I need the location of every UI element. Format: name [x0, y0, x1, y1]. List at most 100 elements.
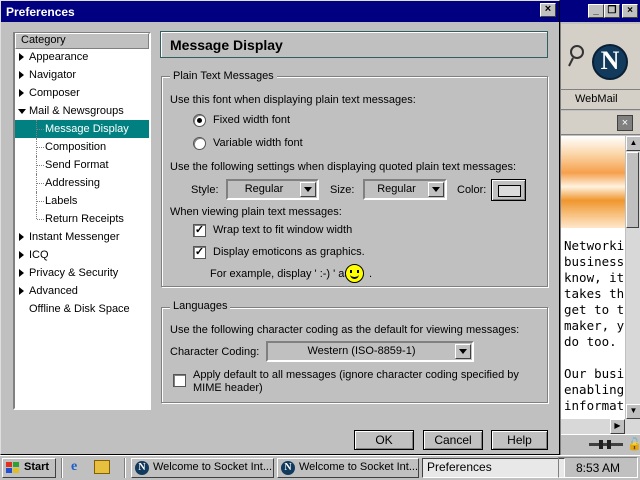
taskbar-item[interactable]: N Welcome to Socket Int... — [131, 458, 274, 478]
background-browser-titlebar[interactable]: _ ❐ × — [560, 0, 640, 22]
sidebar-item-label: Addressing — [45, 177, 101, 189]
ok-button[interactable]: OK — [354, 430, 414, 450]
style-label: Style: — [191, 184, 219, 196]
apply-default-checkbox[interactable] — [173, 374, 186, 387]
tree-connector — [37, 183, 44, 184]
sidebar-item-addressing[interactable]: Addressing — [15, 174, 149, 192]
variable-width-radio[interactable] — [193, 137, 206, 150]
character-coding-select[interactable]: Western (ISO-8859-1) — [266, 341, 474, 362]
chevron-down-icon[interactable] — [18, 109, 26, 114]
page-banner-image — [561, 136, 625, 228]
desktop-icon[interactable] — [94, 460, 110, 474]
emoticons-checkbox[interactable]: ✓ — [193, 246, 206, 259]
horizontal-scrollbar[interactable]: ▶ — [561, 419, 640, 434]
chevron-right-icon[interactable] — [19, 251, 24, 259]
tree-connector — [37, 147, 44, 148]
chevron-right-icon[interactable] — [19, 71, 24, 79]
dialog-title: Preferences — [6, 5, 75, 19]
sidebar-item-label: Return Receipts — [45, 213, 124, 225]
sidebar-item-send-format[interactable]: Send Format — [15, 156, 149, 174]
chevron-right-icon[interactable] — [19, 53, 24, 61]
dialog-close-button[interactable]: × — [540, 3, 556, 17]
chevron-down-icon[interactable] — [455, 344, 471, 359]
sidebar-item-label: Privacy & Security — [29, 267, 119, 279]
smiley-icon — [345, 264, 364, 283]
sidebar-item-privacy-security[interactable]: Privacy & Security — [15, 264, 149, 282]
fixed-width-label[interactable]: Fixed width font — [213, 114, 290, 126]
close-tab-icon[interactable]: × — [617, 115, 633, 131]
wrap-text-checkbox[interactable]: ✓ — [193, 224, 206, 237]
sidebar-item-advanced[interactable]: Advanced — [15, 282, 149, 300]
clock[interactable]: 8:53 AM — [559, 461, 637, 475]
color-picker-button[interactable] — [491, 179, 526, 201]
windows-logo-icon — [6, 462, 19, 473]
variable-width-label[interactable]: Variable width font — [213, 137, 303, 149]
style-value: Regular — [244, 183, 284, 195]
sidebar-item-offline-disk-space[interactable]: Offline & Disk Space — [15, 300, 149, 318]
apply-default-label[interactable]: Apply default to all messages (ignore ch… — [193, 369, 519, 381]
sidebar-item-label: Navigator — [29, 69, 77, 81]
apply-default-label-cont[interactable]: MIME header) — [193, 382, 263, 394]
scroll-down-icon[interactable]: ▼ — [626, 404, 640, 419]
sidebar-item-composition[interactable]: Composition — [15, 138, 149, 156]
taskbar-item-label: Welcome to Socket Int... — [299, 461, 419, 473]
emoticon-example-period: . — [369, 268, 373, 280]
taskbar-item-active[interactable]: Preferences — [422, 458, 565, 478]
sidebar-item-navigator[interactable]: Navigator — [15, 66, 149, 84]
search-toolbar-icon[interactable] — [563, 42, 591, 70]
emoticon-example: For example, display ' :-) ' as — [210, 268, 350, 280]
chevron-down-icon[interactable] — [428, 182, 444, 197]
netscape-logo-icon[interactable]: N — [592, 44, 628, 80]
start-button[interactable]: Start — [2, 458, 56, 478]
wrap-text-label[interactable]: Wrap text to fit window width — [213, 224, 352, 236]
tasks-divider — [124, 458, 126, 478]
sidebar-item-message-display[interactable]: Message Display — [15, 120, 149, 138]
fixed-width-radio[interactable] — [193, 114, 206, 127]
emoticons-label[interactable]: Display emoticons as graphics. — [213, 246, 365, 258]
internet-explorer-icon[interactable]: e — [71, 459, 77, 475]
sidebar-item-labels[interactable]: Labels — [15, 192, 149, 210]
sidebar-item-label: Send Format — [45, 159, 109, 171]
size-value: Regular — [377, 183, 416, 195]
size-label: Size: — [330, 184, 355, 196]
security-lock-icon[interactable]: 🔓 — [627, 437, 640, 451]
sidebar-item-appearance[interactable]: Appearance — [15, 48, 149, 66]
minimize-icon[interactable]: _ — [588, 4, 604, 18]
close-icon[interactable]: × — [622, 4, 638, 18]
restore-icon[interactable]: ❐ — [604, 4, 620, 18]
start-label: Start — [24, 461, 50, 473]
netscape-icon: N — [281, 461, 295, 475]
sidebar-item-icq[interactable]: ICQ — [15, 246, 149, 264]
scroll-thumb[interactable] — [626, 152, 639, 228]
scroll-up-icon[interactable]: ▲ — [626, 136, 640, 151]
chevron-right-icon[interactable] — [19, 233, 24, 241]
chevron-down-icon[interactable] — [300, 182, 316, 197]
sidebar-item-mail-newsgroups[interactable]: Mail & Newsgroups — [15, 102, 149, 120]
tree-connector — [37, 201, 44, 202]
chevron-right-icon[interactable] — [19, 269, 24, 277]
sidebar-item-return-receipts[interactable]: Return Receipts — [15, 210, 149, 228]
page-text: Networkin business. know, it's takes the… — [564, 238, 640, 413]
help-button[interactable]: Help — [491, 430, 548, 450]
style-select[interactable]: Regular — [226, 179, 319, 200]
taskbar-item[interactable]: N Welcome to Socket Int... — [277, 458, 419, 478]
sidebar-item-label: Advanced — [29, 285, 78, 297]
tree-connector — [37, 219, 44, 220]
scroll-right-icon[interactable]: ▶ — [610, 419, 625, 434]
personal-toolbar: WebMail — [561, 90, 640, 110]
quoted-prompt: Use the following settings when displayi… — [170, 161, 517, 173]
sidebar-item-instant-messenger[interactable]: Instant Messenger — [15, 228, 149, 246]
chevron-right-icon[interactable] — [19, 287, 24, 295]
plain-text-legend: Plain Text Messages — [170, 70, 277, 82]
sidebar-item-label: ICQ — [29, 249, 49, 261]
sidebar-item-composer[interactable]: Composer — [15, 84, 149, 102]
panel-header: Message Display — [160, 31, 548, 58]
chevron-right-icon[interactable] — [19, 89, 24, 97]
size-select[interactable]: Regular — [363, 179, 447, 200]
taskbar-item-label: Welcome to Socket Int... — [153, 461, 273, 473]
cancel-button[interactable]: Cancel — [423, 430, 483, 450]
sidebar-item-label: Composition — [45, 141, 107, 153]
sidebar-item-label: Appearance — [29, 51, 89, 63]
webmail-link[interactable]: WebMail — [575, 93, 618, 105]
dialog-titlebar[interactable]: Preferences — [1, 1, 559, 22]
